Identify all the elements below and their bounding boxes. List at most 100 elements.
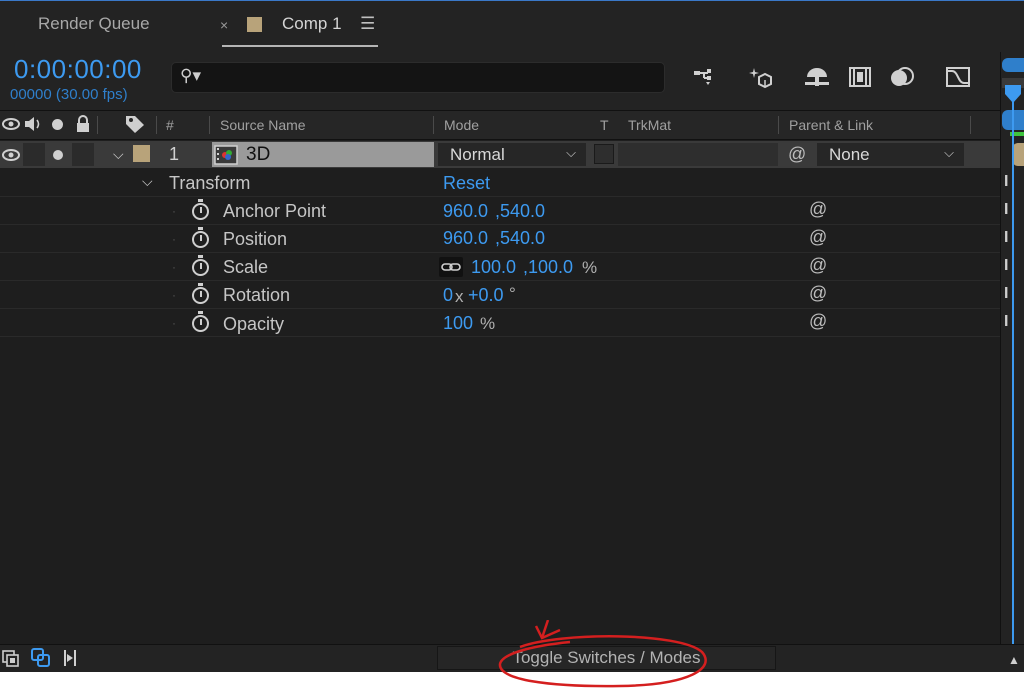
transform-expand-chevron-icon[interactable]: ⌵ — [142, 173, 153, 190]
column-t: T — [600, 117, 609, 133]
work-area-bar[interactable] — [1002, 58, 1024, 72]
property-value-y[interactable]: ,100.0 — [523, 257, 573, 278]
pick-whip-icon[interactable]: @ — [788, 144, 806, 165]
close-tab-icon[interactable]: × — [220, 17, 228, 33]
property-label: Rotation — [223, 285, 291, 305]
keyframe-navigator-icon[interactable]: I — [1004, 313, 1008, 331]
frame-count-display: 00000 (30.00 fps) — [10, 86, 128, 103]
layer-source-name[interactable]: 3D — [246, 144, 270, 166]
keyframe-navigator-icon[interactable]: I — [1004, 173, 1008, 191]
property-value-x[interactable]: 960.0 — [443, 201, 488, 222]
property-value-y[interactable]: ,540.0 — [495, 228, 545, 249]
column-parent-link: Parent & Link — [789, 117, 874, 133]
zoom-slider-up-icon[interactable]: ▲ — [1008, 653, 1020, 667]
stopwatch-icon[interactable] — [192, 311, 209, 332]
column-separator — [970, 116, 971, 134]
graph-editor-icon[interactable] — [943, 63, 973, 91]
layer-expand-chevron-icon[interactable]: ⌵ — [113, 146, 124, 163]
comp-flowchart-icon[interactable] — [746, 63, 776, 91]
panel-tab-bar — [0, 0, 1024, 52]
pick-whip-icon[interactable]: @ — [809, 255, 827, 276]
property-label: Opacity — [223, 314, 285, 334]
label-tag-icon[interactable] — [124, 114, 146, 139]
chevron-down-icon: ⌵ — [944, 145, 954, 160]
blend-mode-value: Normal — [450, 144, 505, 164]
parent-value: None — [829, 144, 870, 164]
keyframe-navigator-icon[interactable]: I — [1004, 201, 1008, 219]
tab-comp-1[interactable]: Comp 1 — [282, 14, 342, 34]
current-time-indicator-line — [1012, 96, 1014, 644]
property-label: Anchor Point — [223, 201, 327, 221]
stopwatch-icon[interactable] — [192, 227, 209, 248]
layer-number: 1 — [169, 144, 180, 164]
chevron-down-icon: ⌵ — [566, 145, 576, 160]
video-switch-icon[interactable] — [2, 117, 20, 136]
track-matte-cell[interactable] — [618, 143, 778, 166]
pick-whip-icon[interactable]: @ — [809, 199, 827, 220]
column-separator — [778, 116, 779, 134]
in-out-duration-pane-icon[interactable] — [61, 648, 79, 673]
stopwatch-icon[interactable] — [192, 199, 209, 220]
rotation-x-separator: x — [455, 287, 464, 306]
comp-color-swatch — [247, 17, 262, 32]
layer-lock-switch[interactable] — [72, 143, 94, 166]
layer-visibility-eye-icon[interactable] — [2, 148, 20, 167]
property-label: Scale — [223, 257, 269, 277]
stopwatch-icon[interactable] — [192, 255, 209, 276]
pick-whip-icon[interactable]: @ — [809, 311, 827, 332]
keyframe-navigator-icon[interactable]: I — [1004, 257, 1008, 275]
pick-whip-icon[interactable]: @ — [809, 227, 827, 248]
search-input[interactable] — [171, 62, 665, 93]
keyframe-navigator-icon[interactable]: I — [1004, 285, 1008, 303]
property-tick: · — [172, 288, 176, 302]
search-icon[interactable]: ⚲▾ — [180, 66, 201, 86]
transform-label: Transform — [169, 173, 251, 193]
column-separator — [156, 116, 157, 134]
tab-render-queue[interactable]: Render Queue — [38, 14, 150, 34]
parent-dropdown[interactable]: None ⌵ — [817, 143, 964, 166]
solo-switch-icon[interactable] — [52, 119, 63, 130]
property-tick: · — [172, 204, 176, 218]
column-separator — [97, 116, 98, 134]
property-tick: · — [172, 232, 176, 246]
keyframe-navigator-icon[interactable]: I — [1004, 229, 1008, 247]
red-circle-annotation — [498, 620, 707, 688]
property-tick: · — [172, 316, 176, 330]
property-value[interactable]: 100 — [443, 313, 473, 334]
property-unit: % — [582, 258, 598, 277]
frame-blend-icon[interactable] — [845, 63, 875, 91]
layer-solo-switch[interactable] — [53, 150, 63, 160]
property-value-y[interactable]: ,540.0 — [495, 201, 545, 222]
audio-switch-icon[interactable] — [23, 116, 43, 137]
rotation-revolutions-value[interactable]: 0 — [443, 285, 453, 306]
active-tab-indicator — [222, 45, 378, 47]
panel-menu-icon[interactable]: ☰ — [360, 14, 375, 34]
property-unit: % — [480, 314, 496, 333]
preserve-transparency-toggle[interactable] — [594, 144, 614, 164]
property-value-x[interactable]: 100.0 — [471, 257, 516, 278]
lock-switch-icon[interactable] — [75, 115, 91, 138]
comp-layer-icon — [214, 145, 238, 170]
layer-switches-pane-icon[interactable] — [2, 650, 20, 673]
pick-whip-icon[interactable]: @ — [809, 283, 827, 304]
transfer-controls-pane-icon[interactable] — [31, 648, 51, 673]
property-label: Position — [223, 229, 288, 249]
draft-3d-icon[interactable] — [690, 63, 720, 91]
layer-audio-switch[interactable] — [23, 143, 45, 166]
column-source-name[interactable]: Source Name — [220, 117, 306, 133]
rotation-degrees-value[interactable]: +0.0 — [468, 285, 504, 306]
shy-icon[interactable] — [887, 63, 917, 91]
property-row — [0, 309, 1000, 337]
constrain-proportions-link-icon[interactable] — [439, 257, 463, 277]
column-mode: Mode — [444, 117, 480, 133]
layer-label-color[interactable] — [133, 145, 150, 162]
transform-reset-link[interactable]: Reset — [443, 173, 490, 194]
current-time-display[interactable]: 0:00:00:00 — [14, 54, 142, 85]
column-number: # — [166, 117, 174, 133]
blend-mode-dropdown[interactable]: Normal ⌵ — [438, 143, 586, 166]
stopwatch-icon[interactable] — [192, 283, 209, 304]
column-separator — [433, 116, 434, 134]
property-value-x[interactable]: 960.0 — [443, 228, 488, 249]
property-unit: ° — [509, 284, 516, 303]
motion-blur-icon[interactable] — [802, 63, 832, 91]
